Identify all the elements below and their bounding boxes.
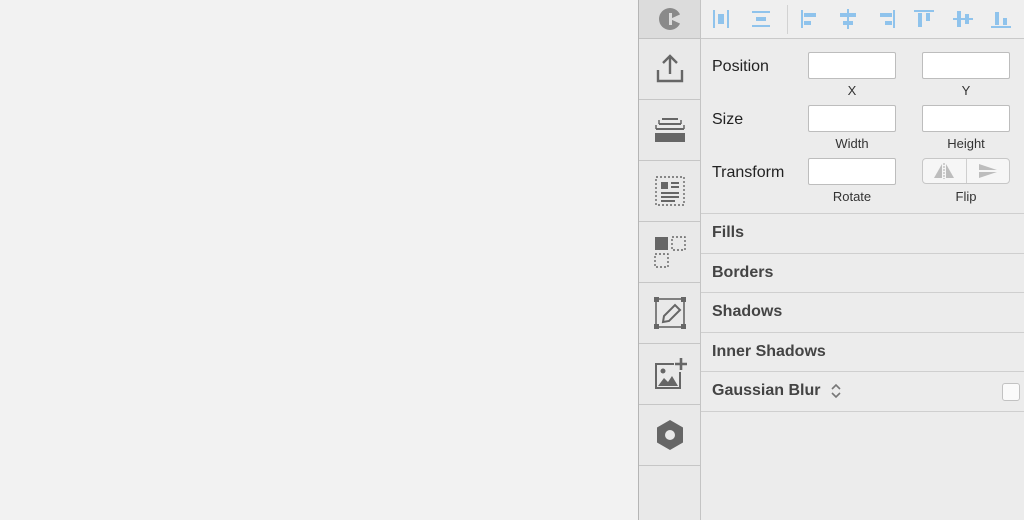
fills-label: Fills <box>712 224 745 242</box>
width-field[interactable] <box>808 105 896 132</box>
export-icon <box>656 54 683 83</box>
flip-vertical-icon <box>978 164 997 178</box>
toolbar-separator <box>787 5 788 34</box>
rotate-caption: Rotate <box>832 189 872 204</box>
borders-section-header[interactable]: Borders <box>701 254 1024 293</box>
fills-section-header[interactable]: Fills <box>701 214 1024 254</box>
app-logo <box>639 0 700 39</box>
rotate-field[interactable] <box>808 158 896 185</box>
text-layout-button[interactable] <box>639 161 700 222</box>
flip-vertical-button[interactable] <box>967 159 1010 183</box>
app-logo-icon <box>658 8 681 30</box>
text-layout-icon <box>654 176 685 206</box>
align-top-icon <box>914 10 934 27</box>
distribute-horizontal-icon <box>713 10 729 28</box>
distribute-vertical-button[interactable] <box>750 8 772 30</box>
blur-section-header: Gaussian Blur <box>701 372 1024 412</box>
align-vertical-center-button[interactable] <box>952 8 974 30</box>
flip-horizontal-button[interactable] <box>923 159 967 183</box>
y-caption: Y <box>961 83 971 98</box>
side-toolbar <box>638 0 701 520</box>
symbol-grid-icon <box>653 236 686 268</box>
inner-shadows-section-header[interactable]: Inner Shadows <box>701 333 1024 372</box>
size-label: Size <box>712 111 744 128</box>
inspector-panel: Position X Y Size Width Height Transform <box>701 0 1024 520</box>
flip-horizontal-icon <box>934 163 955 179</box>
width-caption: Width <box>835 136 869 151</box>
align-right-icon <box>880 10 895 28</box>
blur-enable-checkbox[interactable] <box>1002 383 1020 401</box>
symbols-button[interactable] <box>639 222 700 283</box>
align-horizontal-center-button[interactable] <box>837 8 859 30</box>
align-horizontal-center-icon <box>840 9 856 29</box>
inner-shadows-label: Inner Shadows <box>712 342 826 360</box>
export-button[interactable] <box>639 39 700 100</box>
align-bottom-icon <box>991 12 1011 28</box>
height-caption: Height <box>947 136 985 151</box>
add-image-button[interactable] <box>639 344 700 405</box>
position-label: Position <box>712 58 769 75</box>
align-top-button[interactable] <box>913 8 935 30</box>
transform-label: Transform <box>712 164 785 181</box>
flip-caption: Flip <box>955 189 977 204</box>
geometry-section: Position X Y Size Width Height Transform <box>701 39 1024 214</box>
shadows-section-header[interactable]: Shadows <box>701 293 1024 333</box>
distribute-horizontal-button[interactable] <box>710 8 732 30</box>
align-vertical-center-icon <box>953 11 973 27</box>
borders-label: Borders <box>712 263 774 281</box>
y-field[interactable] <box>922 52 1010 79</box>
settings-hex-icon <box>656 420 683 450</box>
add-image-icon <box>654 358 687 389</box>
layers-button[interactable] <box>639 100 700 161</box>
edit-shape-button[interactable] <box>639 283 700 344</box>
canvas-area[interactable] <box>0 0 638 520</box>
align-left-icon <box>801 10 816 28</box>
blur-label: Gaussian Blur <box>712 382 821 400</box>
edit-shape-icon <box>653 297 686 329</box>
height-field[interactable] <box>922 105 1010 132</box>
x-field[interactable] <box>808 52 896 79</box>
preferences-button[interactable] <box>639 405 700 466</box>
distribute-vertical-icon <box>752 11 770 27</box>
align-bottom-button[interactable] <box>990 8 1012 30</box>
shadows-label: Shadows <box>712 303 783 321</box>
flip-control <box>922 158 1010 184</box>
layers-stack-icon <box>654 118 685 142</box>
x-caption: X <box>847 83 857 98</box>
chevron-updown-icon <box>830 382 842 400</box>
blur-type-select[interactable]: Gaussian Blur <box>712 382 842 400</box>
align-left-button[interactable] <box>799 8 821 30</box>
alignment-toolbar <box>701 0 1024 39</box>
align-right-button[interactable] <box>875 8 897 30</box>
